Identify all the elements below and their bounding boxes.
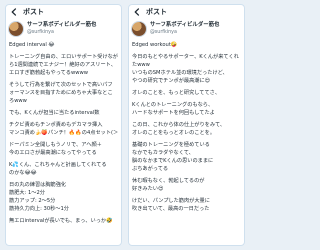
post-line: 好きみたい😍: [132, 186, 164, 192]
post-body: Edged interval 😂 トレーニング自由の、エロいサポート受けなが ら…: [9, 41, 118, 242]
author-row[interactable]: サーフ系ボディビルダー筋也 @surfkinya: [132, 20, 241, 38]
post-line: 筋力アップ: 2～5分: [9, 198, 56, 204]
author-handle[interactable]: @surfkinya: [150, 29, 219, 37]
post-line: なかでもカラダやなくて、: [132, 150, 194, 156]
post-line: ろwww: [9, 98, 27, 104]
post-line: Edged interval 😂: [9, 42, 55, 48]
post-line: そうして行為を繋げて次のセットで高いパフ: [9, 82, 113, 88]
post-line: 今日のもとやるサポーター、Kくんが来てくれ: [132, 54, 239, 60]
post-line: 無エロintervalが長いでも、まっ、いっか🤣: [9, 218, 113, 224]
post-line: ォーマンスを目指すためにめちゃ大事なとこ: [9, 90, 113, 96]
author-names: サーフ系ボディビルダー筋也 @surfkinya: [27, 21, 96, 37]
back-arrow-icon[interactable]: [132, 7, 142, 17]
avatar[interactable]: [132, 22, 146, 36]
post-line: Kくんとのトレーニングのもなら、: [132, 102, 214, 108]
avatar[interactable]: [9, 22, 23, 36]
post-line: 今のエロさが最高潮になってやってる: [9, 150, 97, 156]
post-line: エロすぎ筋勃起もやってるwwww: [9, 70, 88, 76]
post-line: K💦くん、これちゃんと計画してくれてる: [9, 162, 107, 168]
post-line: でも、Kくんが担当に当たるinterval数: [9, 110, 100, 116]
post-line: ら1週間連続でエナジー！絶好のアスリート、: [9, 62, 116, 68]
author-handle[interactable]: @surfkinya: [27, 29, 96, 37]
post-line: ドーパミン全開しもうノリで、アヘ顔＋: [9, 142, 102, 148]
post-line: オレのことを、もっと研究しててさ、: [132, 90, 221, 96]
post-line: 脳のなかまでKくんの思いのままに: [132, 158, 214, 164]
post-line: けだい、パンプした筋肉が大量に: [132, 198, 210, 204]
post-line: いつものSMホテル並の環境だったけど、: [132, 70, 228, 76]
post-line: 日の丸の練習は胸筋強化: [9, 182, 67, 188]
post-line: 筋持久力向上: 30秒～1分: [9, 206, 69, 212]
post-line: この日、これから体の仕上がりをみて、: [132, 122, 226, 128]
post-line: オレのことをもっとオレのことを。: [132, 130, 216, 136]
post-line: ぶちあがってる: [132, 166, 169, 172]
author-row[interactable]: サーフ系ボディビルダー筋也 @surfkinya: [9, 20, 118, 38]
post-line: トレーニング自由の、エロいサポート受けなが: [9, 54, 118, 60]
post-line: 筋肥大: 1～2分: [9, 190, 45, 196]
post-line: マンコ責め🍌🍑パンチ！🔥🔥の4点セット(＞＜): [9, 130, 118, 136]
author-name[interactable]: サーフ系ボディビルダー筋也: [150, 21, 219, 29]
header-title: ポスト: [146, 8, 167, 16]
back-arrow-icon[interactable]: [9, 7, 19, 17]
post-header: ポスト: [9, 7, 118, 17]
post-line: 基礎のトレーニングを極めている: [132, 142, 210, 148]
post-line: やつの研究でチンポが最高潮に😍: [132, 78, 211, 84]
post-line: Edged workout🤪: [132, 42, 178, 48]
post-line: 休む暇もなく、勃起してるのが: [132, 178, 205, 184]
post-line: 吹き出ていて、最高の一日だった: [132, 206, 210, 212]
post-panel-right: ポスト サーフ系ボディビルダー筋也 @surfkinya Edged worko…: [128, 4, 245, 246]
author-name[interactable]: サーフ系ボディビルダー筋也: [27, 21, 96, 29]
two-post-screens: ポスト サーフ系ボディビルダー筋也 @surfkinya Edged inter…: [0, 0, 250, 250]
post-line: たwww: [132, 62, 150, 68]
post-line: のかな😂😂: [9, 170, 37, 176]
author-names: サーフ系ボディビルダー筋也 @surfkinya: [150, 21, 219, 37]
post-body: Edged workout🤪 今日のもとやるサポーター、Kくんが来てくれ たww…: [132, 41, 241, 242]
header-title: ポスト: [23, 8, 44, 16]
post-header: ポスト: [132, 7, 241, 17]
post-line: チクビ責めもチンポ責めもデカマラ挿入: [9, 122, 103, 128]
post-line: ハードなサポートを何回もしてたよ: [132, 110, 215, 116]
post-panel-left: ポスト サーフ系ボディビルダー筋也 @surfkinya Edged inter…: [5, 4, 122, 246]
